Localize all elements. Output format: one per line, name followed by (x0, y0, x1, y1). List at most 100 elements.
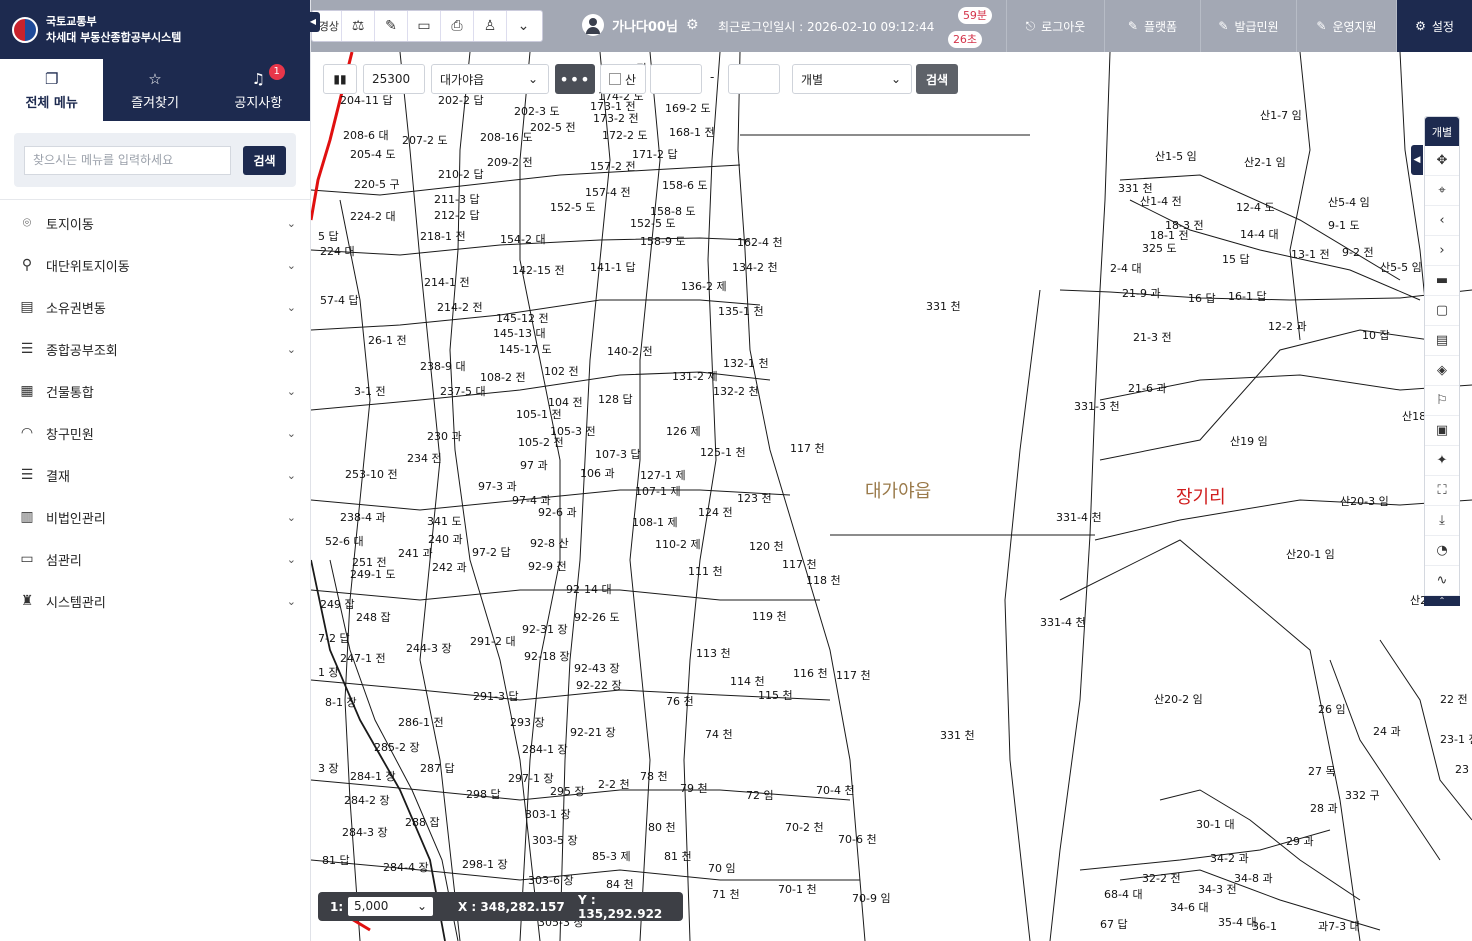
map-search-button[interactable]: 검색 (916, 64, 958, 94)
toolbar-collapse-arrow-icon[interactable]: ◀ (1411, 145, 1423, 175)
route-icon[interactable]: ∿ (1425, 566, 1459, 596)
print-icon[interactable]: ⎙ (441, 11, 474, 41)
parcel-label: 8-1 장 (325, 696, 357, 709)
ruler-icon[interactable]: ▬ (1425, 266, 1459, 296)
sidebar-item-system-admin[interactable]: ♜ 시스템관리 ⌄ (0, 580, 310, 622)
pie-icon[interactable]: ◔ (1425, 536, 1459, 566)
chevron-down-icon: ⌄ (286, 300, 296, 314)
individual-mode-label[interactable]: 개별 (1425, 117, 1459, 146)
map-right-toolbar: 개별 ✥ ⌖ ‹ › ▬ ▢ ▤ ◈ ⚐ ▣ ✦ ⛶ ⤓ ◔ ∿ ⌃ (1424, 116, 1460, 606)
book-icon[interactable]: ▭ (408, 11, 441, 41)
download-icon[interactable]: ⤓ (1425, 506, 1459, 536)
parcel-label: 102 전 (544, 365, 579, 378)
parcel-label: 127-1 제 (640, 469, 686, 482)
scale-select[interactable]: 5,000 ⌄ (348, 897, 433, 916)
forward-icon[interactable]: › (1425, 236, 1459, 266)
sidebar-item-island[interactable]: ▭ 섬관리 ⌄ (0, 538, 310, 580)
menu-search-button[interactable]: 검색 (243, 145, 286, 175)
parcel-label: 303-6 장 (528, 874, 574, 887)
parcel-label: 산1-7 임 (1260, 109, 1302, 122)
layers-icon[interactable]: ◈ (1425, 356, 1459, 386)
parcel-label: 152-5 도 (630, 217, 676, 230)
parcel-label: 85-3 제 (592, 850, 631, 863)
note-icon[interactable]: ▤ (1425, 326, 1459, 356)
more-options-button[interactable]: ••• (555, 64, 595, 94)
parcel-label: 204-11 답 (340, 94, 393, 107)
parcel-label: 16 답 (1188, 292, 1216, 305)
user-info[interactable]: 가나다00님 ⚙ (582, 14, 699, 36)
pin-icon[interactable]: ✦ (1425, 446, 1459, 476)
town-select[interactable]: 대가야읍 ⌄ (431, 64, 549, 94)
settings-button[interactable]: ⚙ 설정 (1396, 0, 1472, 52)
sidebar-item-general-inquiry[interactable]: ☰ 종합공부조회 ⌄ (0, 328, 310, 370)
chevron-down-icon: ⌄ (286, 552, 296, 566)
sidebar-tabs: ❐ 전체 메뉴 ☆ 즐겨찾기 ♫ 1 공지사항 (0, 59, 310, 121)
parcel-label: 9-1 도 (1328, 219, 1360, 232)
parcel-label: 92-21 장 (570, 726, 616, 739)
tab-all-menu[interactable]: ❐ 전체 메뉴 (0, 59, 104, 121)
parcel-label: 218-1 전 (420, 230, 466, 243)
parcel-label: 산2-1 임 (1244, 156, 1286, 169)
parcel-label: 295 장 (550, 785, 585, 798)
region-code-input[interactable]: 25300 (363, 64, 425, 94)
logout-button[interactable]: ⎋ 로그아웃 (1006, 0, 1104, 52)
pin-icon: ⌾ (22, 215, 32, 231)
parcel-label: 303-5 장 (532, 834, 578, 847)
back-icon[interactable]: ‹ (1425, 206, 1459, 236)
parcel-label: 115 천 (758, 688, 793, 702)
parcel-label: 240 과 (428, 533, 463, 546)
issue-complaint-button[interactable]: ✎ 발급민원 (1200, 0, 1296, 52)
sidebar-item-bulk-land-movement[interactable]: ⚲ 대단위토지이동 ⌄ (0, 244, 310, 286)
menu-search-input[interactable] (24, 145, 231, 175)
main-number-input[interactable] (650, 64, 702, 94)
parcel-label: 과7-3 대 (1318, 920, 1360, 933)
sidebar-collapse-icon[interactable]: ◀ (306, 12, 320, 32)
parcel-label: 136-2 제 (681, 280, 727, 293)
parcel-label: 12-4 도 (1236, 201, 1275, 214)
parcel-label: 291-3 답 (473, 690, 519, 703)
platform-button[interactable]: ✎ 플랫폼 (1104, 0, 1200, 52)
sidebar-item-approval[interactable]: ☰ 결재 ⌄ (0, 454, 310, 496)
pan-icon[interactable]: ✥ (1425, 146, 1459, 176)
parcel-label: 285-2 장 (374, 741, 420, 754)
parcel-label: 128 답 (598, 393, 633, 406)
chevron-up-icon[interactable]: ⌃ (1424, 596, 1460, 606)
gear-icon[interactable]: ⚙ (686, 17, 699, 33)
sidebar-item-building-integration[interactable]: ▦ 건물통합 ⌄ (0, 370, 310, 412)
parcel-label: 34-6 대 (1170, 901, 1209, 914)
sidebar-item-unincorporated[interactable]: ▥ 비법인관리 ⌄ (0, 496, 310, 538)
area-icon[interactable]: ▢ (1425, 296, 1459, 326)
parcel-label: 12-2 과 (1268, 320, 1307, 333)
tab-favorites[interactable]: ☆ 즐겨찾기 (103, 59, 206, 121)
capture-icon[interactable]: ⛶ (1425, 476, 1459, 506)
search-mode-select[interactable]: 개별 ⌄ (792, 64, 912, 94)
parcel-label: 27 목 (1308, 765, 1336, 778)
sidebar-item-counter-service[interactable]: ◠ 창구민원 ⌄ (0, 412, 310, 454)
map-village-label-janggi: 장기리 (1176, 487, 1226, 508)
parcel-label: 15 답 (1222, 253, 1250, 266)
parcel-label: 284-1 장 (350, 770, 396, 783)
sidebar-item-land-movement[interactable]: ⌾ 토지이동 ⌄ (0, 202, 310, 244)
parcel-label: 247-1 전 (340, 652, 386, 665)
parcel-label: 162-4 천 (737, 235, 783, 249)
save-icon[interactable]: ▣ (1425, 416, 1459, 446)
scale-icon[interactable]: ⚖ (342, 11, 375, 41)
tab-notices[interactable]: ♫ 1 공지사항 (207, 59, 310, 121)
chart-toggle-icon[interactable]: ▮▮ (323, 64, 357, 94)
bookmark-icon[interactable]: ⚐ (1425, 386, 1459, 416)
sidebar-item-ownership-change[interactable]: ▤ 소유권변동 ⌄ (0, 286, 310, 328)
parcel-label: 287 답 (420, 762, 455, 775)
san-checkbox[interactable]: 산 (600, 64, 646, 94)
chevron-down-icon[interactable]: ⌄ (507, 11, 540, 41)
operation-support-button[interactable]: ✎ 운영지원 (1296, 0, 1396, 52)
parcel-label: 76 천 (666, 694, 694, 708)
logout-icon: ⎋ (1025, 18, 1036, 33)
stamp-icon[interactable]: ♙ (474, 11, 507, 41)
chevron-down-icon: ⌄ (286, 384, 296, 398)
select-icon[interactable]: ⌖ (1425, 176, 1459, 206)
parcel-label: 14-4 대 (1240, 228, 1279, 241)
parcel-label: 297-1 장 (508, 772, 554, 785)
parcel-label: 105-2 전 (518, 436, 564, 449)
sub-number-input[interactable] (728, 64, 780, 94)
edit-doc-icon[interactable]: ✎ (375, 11, 408, 41)
